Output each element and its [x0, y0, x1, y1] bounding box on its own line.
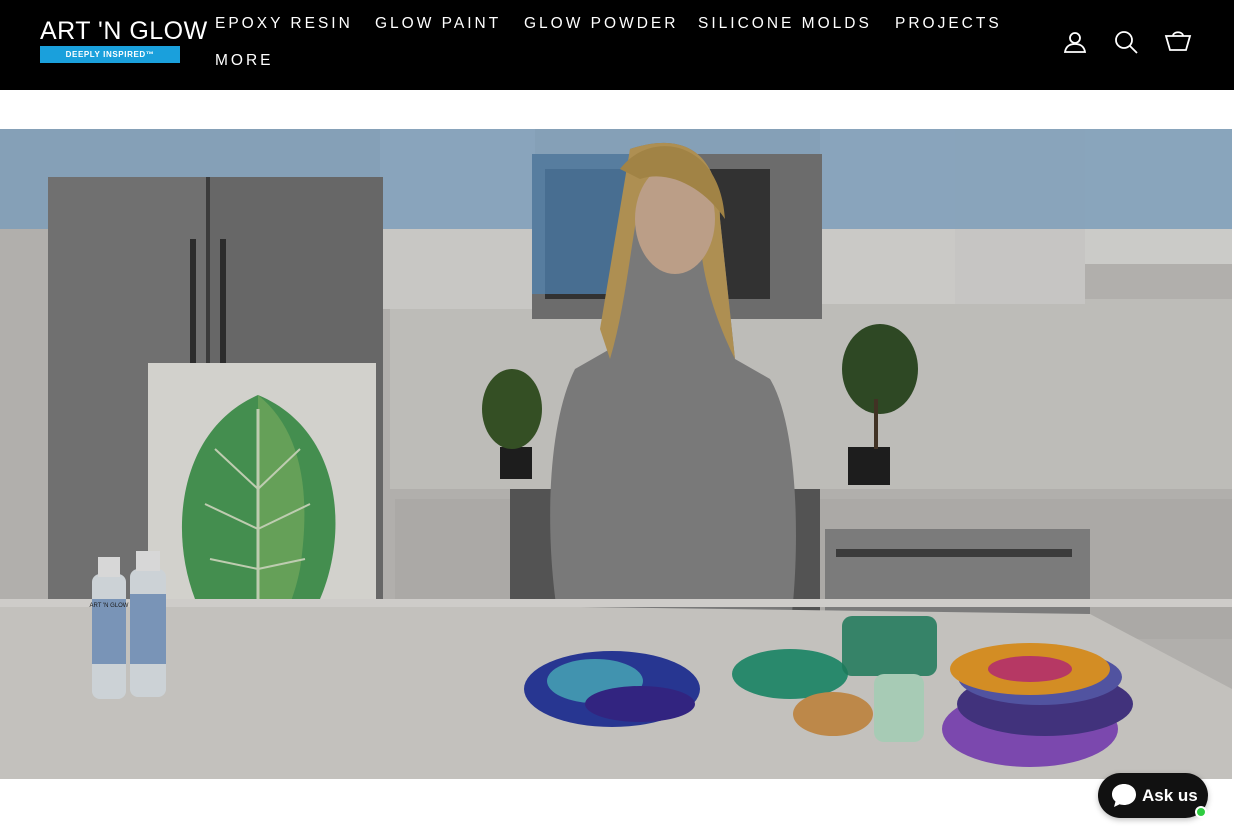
search-icon[interactable] — [1112, 28, 1140, 56]
hero-video[interactable]: ART 'N GLOW — [0, 129, 1232, 779]
chat-button[interactable]: Ask us — [1098, 773, 1208, 818]
brand-name: ART 'N GLOW — [40, 17, 208, 45]
online-status-dot — [1195, 806, 1207, 818]
site-header: ART 'N GLOW DEEPLY INSPIRED™ EPOXY RESIN… — [0, 0, 1234, 90]
hero-kitchen-scene: ART 'N GLOW — [0, 129, 1232, 779]
nav-item-glow-paint[interactable]: GLOW PAINT — [375, 15, 501, 33]
brand-tagline: DEEPLY INSPIRED™ — [40, 46, 180, 63]
nav-item-glow-powder[interactable]: GLOW POWDER — [524, 15, 678, 33]
chat-label: Ask us — [1142, 786, 1198, 805]
chat-bubble-icon — [1112, 784, 1136, 807]
main-nav: EPOXY RESIN GLOW PAINT GLOW POWDER SILIC… — [215, 0, 1015, 90]
cart-icon[interactable] — [1164, 28, 1192, 56]
nav-item-more[interactable]: MORE — [215, 52, 274, 70]
nav-item-epoxy-resin[interactable]: EPOXY RESIN — [215, 15, 353, 33]
brand-logo[interactable]: ART 'N GLOW DEEPLY INSPIRED™ — [40, 17, 208, 64]
nav-item-silicone-molds[interactable]: SILICONE MOLDS — [698, 15, 872, 33]
nav-item-projects[interactable]: PROJECTS — [895, 15, 1002, 33]
user-icon[interactable] — [1061, 28, 1089, 56]
